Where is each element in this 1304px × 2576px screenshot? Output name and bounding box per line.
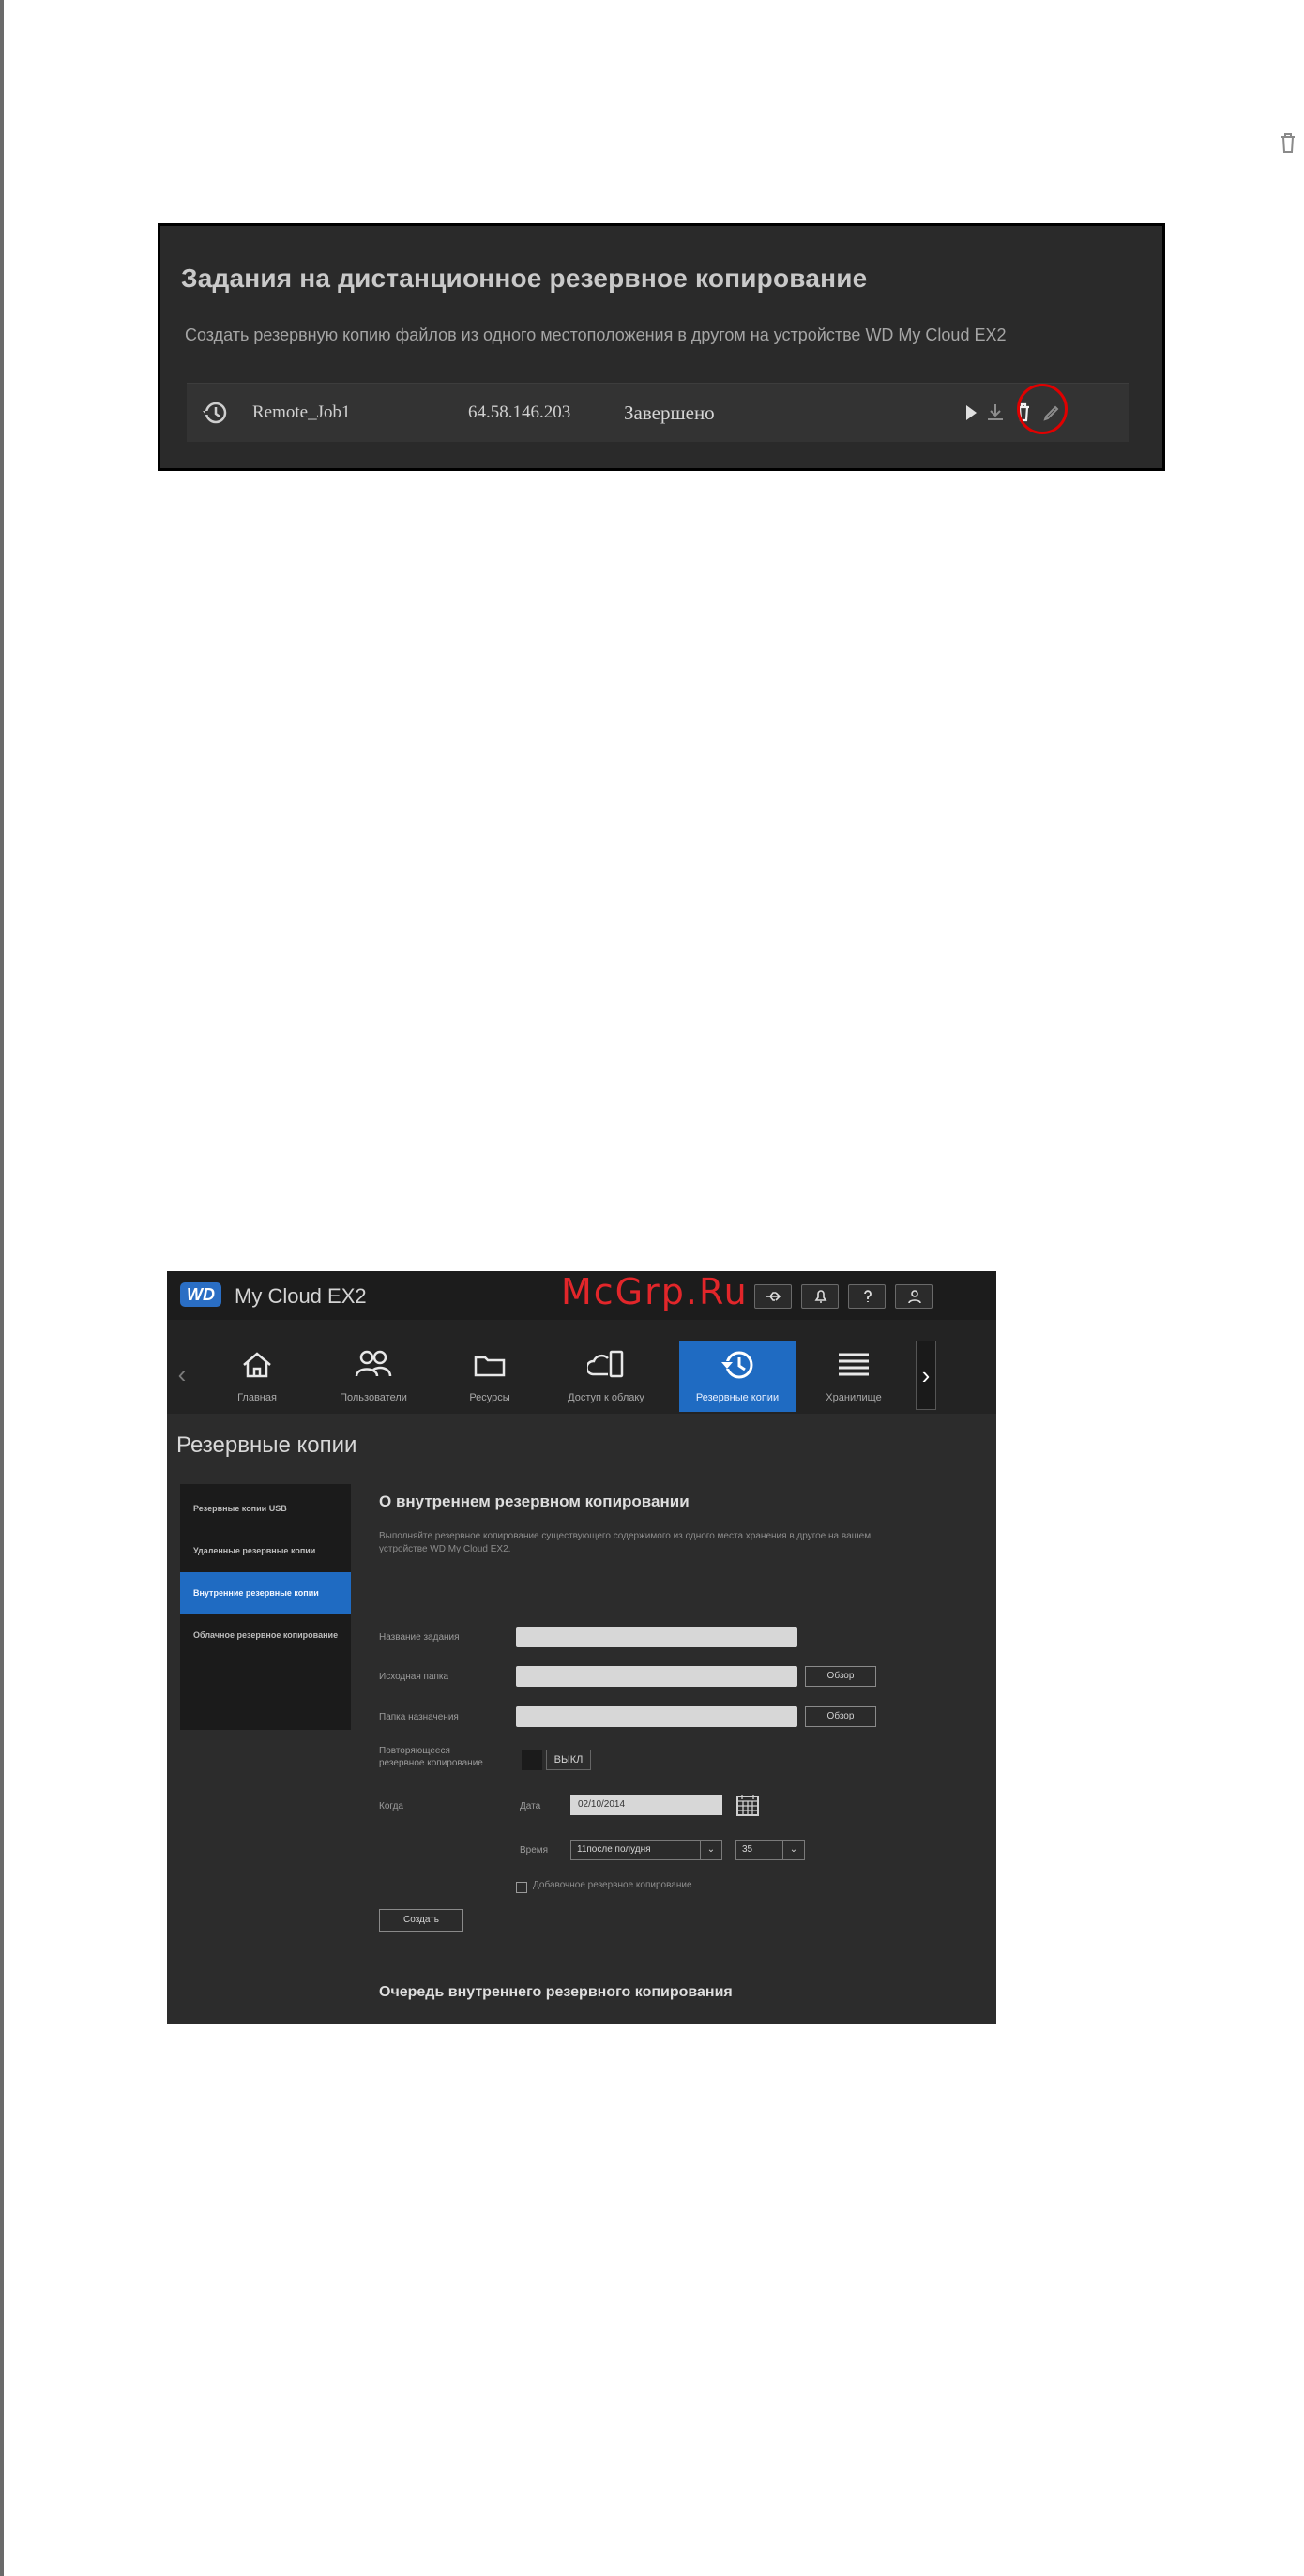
- date-input[interactable]: 02/10/2014: [570, 1795, 722, 1815]
- sidebar-item-remote[interactable]: Удаленные резервные копии: [180, 1530, 351, 1571]
- app-name: My Cloud EX2: [235, 1284, 367, 1308]
- play-icon[interactable]: [960, 401, 982, 425]
- watermark: McGrp.Ru: [561, 1271, 749, 1312]
- cloud-device-icon: [587, 1350, 624, 1378]
- usb-button[interactable]: [754, 1284, 792, 1309]
- nav-users[interactable]: Пользователи: [315, 1341, 432, 1412]
- hour-select[interactable]: 11после полудня ⌄: [570, 1840, 722, 1860]
- internal-backup-description: Выполняйте резервное копирование существ…: [379, 1531, 872, 1554]
- nav-next-arrow[interactable]: ›: [916, 1341, 936, 1410]
- internal-backup-screenshot: WD My Cloud EX2 McGrp.Ru ‹ Главная Польз…: [167, 1271, 996, 2024]
- destination-folder-label: Папка назначения: [379, 1712, 459, 1722]
- recurring-toggle[interactable]: ВЫКЛ: [546, 1750, 591, 1770]
- help-button[interactable]: [848, 1284, 886, 1309]
- users-icon: [355, 1350, 392, 1377]
- user-icon: [908, 1290, 921, 1304]
- bell-icon: [814, 1290, 827, 1303]
- incremental-checkbox[interactable]: [516, 1882, 527, 1893]
- restore-icon[interactable]: [984, 401, 1007, 425]
- when-label: Когда: [379, 1801, 403, 1811]
- date-label: Дата: [520, 1801, 541, 1811]
- trash-icon: [1281, 133, 1295, 153]
- page-left-border: [0, 0, 4, 2576]
- destination-folder-input[interactable]: [516, 1706, 797, 1727]
- source-folder-input[interactable]: [516, 1666, 797, 1687]
- job-ip: 64.58.146.203: [468, 402, 571, 422]
- storage-icon: [839, 1353, 869, 1376]
- nav-backups[interactable]: Резервные копии: [679, 1341, 796, 1412]
- main-nav: ‹ Главная Пользователи Ресурсы Доступ к …: [167, 1320, 996, 1414]
- source-browse-button[interactable]: Обзор: [805, 1666, 876, 1687]
- time-label: Время: [520, 1845, 549, 1856]
- delete-highlight-circle: [1017, 384, 1068, 434]
- alerts-button[interactable]: [801, 1284, 839, 1309]
- job-name-input[interactable]: [516, 1627, 797, 1647]
- wd-logo: WD: [180, 1282, 221, 1307]
- job-status: Завершено: [624, 402, 715, 424]
- remote-jobs-title: Задания на дистанционное резервное копир…: [181, 264, 868, 293]
- home-icon: [243, 1352, 271, 1378]
- folder-icon: [474, 1356, 506, 1377]
- nav-cloud-access[interactable]: Доступ к облаку: [548, 1341, 664, 1412]
- incremental-label: Добавочное резервное копирование: [533, 1880, 692, 1890]
- minute-select[interactable]: 35 ⌄: [735, 1840, 805, 1860]
- queue-title: Очередь внутреннего резервного копирован…: [379, 1984, 733, 2000]
- sidebar-item-usb[interactable]: Резервные копии USB: [180, 1488, 351, 1529]
- nav-storage[interactable]: Хранилище: [796, 1341, 912, 1412]
- calendar-icon[interactable]: [735, 1793, 760, 1817]
- recurring-toggle-knob[interactable]: [522, 1750, 542, 1770]
- user-button[interactable]: [895, 1284, 933, 1309]
- backup-history-icon: [203, 402, 227, 424]
- recurring-label: Повторяющееся резервное копирование: [379, 1746, 483, 1768]
- sidebar-item-internal[interactable]: Внутренние резервные копии: [180, 1572, 351, 1614]
- backup-history-icon: [721, 1351, 753, 1379]
- backup-sidebar: Резервные копии USB Удаленные резервные …: [180, 1484, 351, 1730]
- nav-shares[interactable]: Ресурсы: [432, 1341, 548, 1412]
- sidebar-item-cloud[interactable]: Облачное резервное копирование: [180, 1614, 351, 1656]
- nav-prev-arrow[interactable]: ‹: [173, 1341, 191, 1408]
- help-icon: [864, 1290, 872, 1302]
- remote-jobs-screenshot: Задания на дистанционное резервное копир…: [158, 223, 1165, 471]
- page-title: Резервные копии: [176, 1432, 357, 1458]
- remote-jobs-description: Создать резервную копию файлов из одного…: [185, 326, 1007, 344]
- chevron-down-icon: ⌄: [782, 1841, 804, 1859]
- chevron-down-icon: ⌄: [700, 1841, 721, 1859]
- app-header: WD My Cloud EX2 McGrp.Ru: [167, 1271, 996, 1320]
- usb-icon: [766, 1292, 781, 1301]
- source-folder-label: Исходная папка: [379, 1672, 449, 1682]
- create-button[interactable]: Создать: [379, 1909, 463, 1932]
- job-name: Remote_Job1: [252, 402, 351, 422]
- nav-home[interactable]: Главная: [199, 1341, 315, 1412]
- job-name-label: Название задания: [379, 1632, 460, 1643]
- internal-backup-title: О внутреннем резервном копировании: [379, 1493, 690, 1510]
- remote-job-row[interactable]: Remote_Job1 64.58.146.203 Завершено: [187, 383, 1129, 442]
- destination-browse-button[interactable]: Обзор: [805, 1706, 876, 1727]
